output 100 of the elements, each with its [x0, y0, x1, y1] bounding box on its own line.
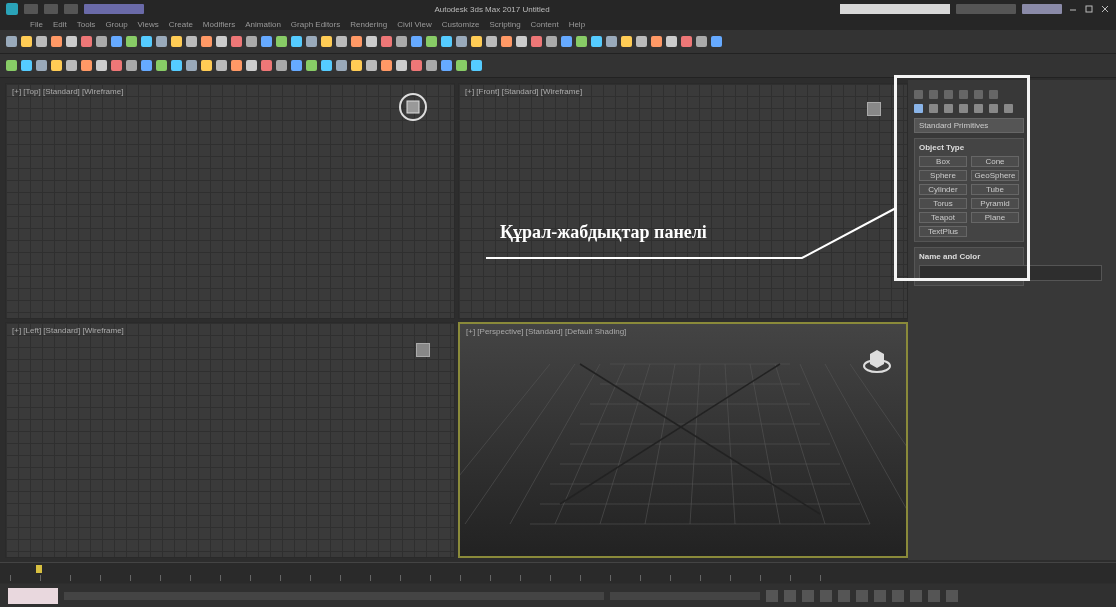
toolbar-icon[interactable] [156, 60, 167, 71]
toolbar-icon[interactable] [321, 60, 332, 71]
toolbar-icon[interactable] [381, 36, 392, 47]
toolbar-icon[interactable] [21, 60, 32, 71]
toolbar-icon[interactable] [6, 60, 17, 71]
viewport-label[interactable]: [+] [Top] [Standard] [Wireframe] [12, 87, 124, 96]
search-field[interactable] [840, 4, 950, 14]
toolbar-icon[interactable] [681, 36, 692, 47]
toolbar-icon[interactable] [261, 60, 272, 71]
toolbar-icon[interactable] [276, 60, 287, 71]
toolbar-icon[interactable] [156, 36, 167, 47]
toolbar-icon[interactable] [66, 36, 77, 47]
toolbar-icon[interactable] [141, 36, 152, 47]
menu-item[interactable]: File [30, 19, 43, 29]
toolbar-icon[interactable] [126, 36, 137, 47]
toolbar-icon[interactable] [426, 36, 437, 47]
toolbar-icon[interactable] [276, 36, 287, 47]
toolbar-icon[interactable] [186, 36, 197, 47]
toolbar-icon[interactable] [6, 36, 17, 47]
toolbar-icon[interactable] [366, 36, 377, 47]
playback-control-icon[interactable] [910, 589, 922, 602]
toolbar-icon[interactable] [126, 60, 137, 71]
toolbar-icon[interactable] [21, 36, 32, 47]
toolbar-icon[interactable] [441, 60, 452, 71]
script-listener-field[interactable] [8, 587, 58, 604]
toolbar-icon[interactable] [666, 36, 677, 47]
playback-control-icon[interactable] [928, 589, 940, 602]
close-icon[interactable] [1100, 4, 1110, 14]
menu-item[interactable]: Animation [245, 19, 281, 29]
toolbar-icon[interactable] [231, 60, 242, 71]
toolbar-icon[interactable] [291, 60, 302, 71]
menu-item[interactable]: Edit [52, 19, 67, 29]
playback-control-icon[interactable] [856, 589, 868, 602]
toolbar-icon[interactable] [651, 36, 662, 47]
menu-item[interactable]: Help [568, 19, 586, 29]
primitive-button[interactable]: Plane [971, 212, 1019, 223]
toolbar-icon[interactable] [96, 60, 107, 71]
toolbar-icon[interactable] [216, 36, 227, 47]
menu-item[interactable]: Civil View [397, 19, 432, 29]
menu-item[interactable]: Modifiers [202, 19, 236, 29]
toolbar-icon[interactable] [351, 36, 362, 47]
toolbar-icon[interactable] [321, 36, 332, 47]
toolbar-icon[interactable] [531, 36, 542, 47]
toolbar-icon[interactable] [456, 60, 467, 71]
primitive-button[interactable]: Cone [971, 156, 1019, 167]
toolbar-icon[interactable] [471, 60, 482, 71]
primitive-button[interactable]: Sphere [919, 170, 967, 181]
playback-control-icon[interactable] [820, 589, 832, 602]
toolbar-icon[interactable] [366, 60, 377, 71]
toolbar-icon[interactable] [81, 60, 92, 71]
primitive-button[interactable]: TextPlus [919, 226, 967, 237]
toolbar-icon[interactable] [441, 36, 452, 47]
toolbar-icon[interactable] [66, 60, 77, 71]
toolbar-icon[interactable] [561, 36, 572, 47]
toolbar-icon[interactable] [171, 60, 182, 71]
primitive-button[interactable]: Pyramid [971, 198, 1019, 209]
viewport-label[interactable]: [+] [Perspective] [Standard] [Default Shading] [466, 327, 627, 336]
toolbar-icon[interactable] [231, 36, 242, 47]
toolbar-icon[interactable] [336, 60, 347, 71]
toolbar-icon[interactable] [471, 36, 482, 47]
toolbar-icon[interactable] [396, 36, 407, 47]
toolbar-icon[interactable] [36, 60, 47, 71]
toolbar-icon[interactable] [411, 36, 422, 47]
rollout-title[interactable]: Object Type [919, 143, 1019, 152]
toolbar-icon[interactable] [306, 36, 317, 47]
menu-item[interactable]: Customize [441, 19, 480, 29]
toolbar-icon[interactable] [576, 36, 587, 47]
menu-item[interactable]: Tools [76, 19, 96, 29]
toolbar-icon[interactable] [411, 60, 422, 71]
toolbar-icon[interactable] [201, 60, 212, 71]
toolbar-icon[interactable] [216, 60, 227, 71]
toolbar-icon[interactable] [336, 36, 347, 47]
menu-item[interactable]: Rendering [350, 19, 388, 29]
toolbar-icon[interactable] [291, 36, 302, 47]
toolbar-icon[interactable] [501, 36, 512, 47]
menu-item[interactable]: Create [168, 19, 193, 29]
toolbar-icon[interactable] [351, 60, 362, 71]
toolbar-icon[interactable] [111, 36, 122, 47]
object-icon[interactable] [416, 343, 430, 357]
viewcube-icon[interactable] [398, 92, 428, 122]
playback-control-icon[interactable] [874, 589, 886, 602]
viewport-label[interactable]: [+] [Left] [Standard] [Wireframe] [12, 326, 124, 335]
menu-item[interactable]: Content [530, 19, 559, 29]
toolbar-icon[interactable] [96, 36, 107, 47]
playback-control-icon[interactable] [838, 589, 850, 602]
toolbar-icon[interactable] [81, 36, 92, 47]
toolbar-icon[interactable] [486, 36, 497, 47]
toolbar-icon[interactable] [51, 60, 62, 71]
rollout-title[interactable]: Name and Color [919, 252, 1019, 261]
maximize-icon[interactable] [1084, 4, 1094, 14]
menu-item[interactable]: Group [105, 19, 128, 29]
menu-item[interactable]: Scripting [489, 19, 521, 29]
name-field[interactable] [919, 265, 1102, 281]
primitive-button[interactable]: Tube [971, 184, 1019, 195]
primitive-button[interactable]: GeoSphere [971, 170, 1019, 181]
toolbar-icon[interactable] [111, 60, 122, 71]
toolbar-icon[interactable] [696, 36, 707, 47]
playback-control-icon[interactable] [892, 589, 904, 602]
toolbar-icon[interactable] [246, 36, 257, 47]
toolbar-icon[interactable] [381, 60, 392, 71]
